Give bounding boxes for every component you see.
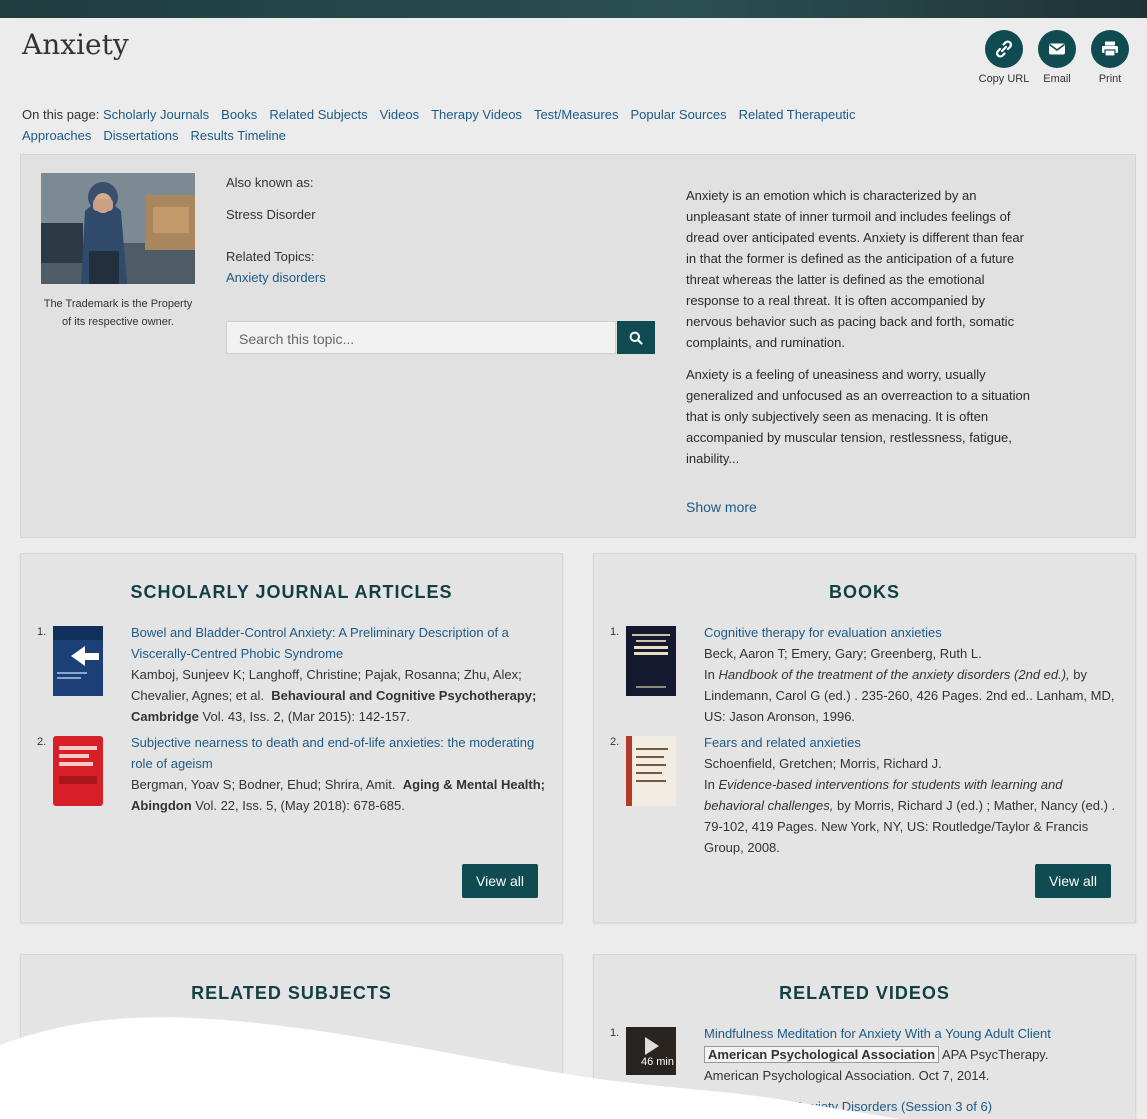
print-label: Print bbox=[1098, 73, 1122, 85]
book-in-prefix: In bbox=[704, 667, 715, 682]
description-paragraph-1: Anxiety is an emotion which is character… bbox=[686, 188, 1024, 350]
books-section-title: BOOKS bbox=[828, 582, 900, 602]
book-list-item: 2. Fears and related anxieties Schoenfie… bbox=[610, 732, 1130, 862]
also-known-as-value: Stress Disorder bbox=[226, 207, 316, 222]
book-authors: Schoenfield, Gretchen; Morris, Richard J… bbox=[704, 756, 942, 771]
topic-search-button[interactable] bbox=[617, 321, 655, 354]
nav-link-test-measures[interactable]: Test/Measures bbox=[534, 107, 619, 122]
link-icon bbox=[985, 30, 1023, 68]
scholarly-journals-card: SCHOLARLY JOURNAL ARTICLES 1. Bowel and … bbox=[20, 553, 563, 923]
nav-link-scholarly-journals[interactable]: Scholarly Journals bbox=[103, 107, 209, 122]
on-this-page-nav: On this page: Scholarly Journals Books Rel… bbox=[22, 104, 942, 146]
nav-link-dissertations[interactable]: Dissertations bbox=[103, 128, 178, 143]
topic-description: Anxiety is an emotion which is character… bbox=[686, 185, 1031, 480]
nav-link-books[interactable]: Books bbox=[221, 107, 257, 122]
email-button[interactable]: Email bbox=[1031, 30, 1083, 85]
nav-link-results-timeline[interactable]: Results Timeline bbox=[191, 128, 286, 143]
nav-link-related-subjects[interactable]: Related Subjects bbox=[269, 107, 367, 122]
related-videos-title: RELATED VIDEOS bbox=[779, 983, 950, 1003]
also-known-as-label: Also known as: bbox=[226, 175, 314, 190]
journals-view-all-button[interactable]: View all bbox=[462, 864, 538, 898]
related-topics-label: Related Topics: bbox=[226, 249, 315, 264]
journal-authors: Bergman, Yoav S; Bodner, Ehud; Shrira, A… bbox=[131, 777, 396, 792]
journal-cover-thumbnail bbox=[53, 626, 103, 696]
envelope-icon bbox=[1038, 30, 1076, 68]
nav-link-therapy-videos[interactable]: Therapy Videos bbox=[431, 107, 522, 122]
item-number: 1. bbox=[37, 626, 47, 638]
item-number: 2. bbox=[610, 736, 620, 748]
on-this-page-label: On this page: bbox=[22, 107, 100, 122]
item-number: 2. bbox=[37, 736, 47, 748]
item-number: 1. bbox=[610, 626, 620, 638]
journal-article-title-link[interactable]: Subjective nearness to death and end-of-… bbox=[131, 735, 534, 771]
topic-search-box bbox=[226, 321, 616, 355]
journal-article-title-link[interactable]: Bowel and Bladder-Control Anxiety: A Pre… bbox=[131, 625, 509, 661]
nav-link-videos[interactable]: Videos bbox=[380, 107, 420, 122]
book-cover-thumbnail bbox=[626, 626, 676, 696]
journal-details: Vol. 43, Iss. 2, (Mar 2015): 142-157. bbox=[202, 709, 410, 724]
description-paragraph-2: Anxiety is a feeling of uneasiness and w… bbox=[686, 367, 1031, 466]
book-cover-thumbnail bbox=[626, 736, 676, 806]
book-list-item: 1. Cognitive therapy for evaluation anxi… bbox=[610, 622, 1130, 728]
journals-section-title: SCHOLARLY JOURNAL ARTICLES bbox=[130, 582, 453, 602]
nav-link-popular-sources[interactable]: Popular Sources bbox=[630, 107, 726, 122]
journal-cover-thumbnail bbox=[53, 736, 103, 806]
journal-details: Vol. 22, Iss. 5, (May 2018): 678-685. bbox=[195, 798, 405, 813]
email-label: Email bbox=[1043, 73, 1071, 85]
books-view-all-button[interactable]: View all bbox=[1035, 864, 1111, 898]
topic-overview-panel: The Trademark is the Property of its res… bbox=[20, 154, 1136, 538]
journal-list-item: 1. Bowel and Bladder-Control Anxiety: A … bbox=[37, 622, 547, 728]
book-authors: Beck, Aaron T; Emery, Gary; Greenberg, R… bbox=[704, 646, 982, 661]
book-in-prefix: In bbox=[704, 777, 715, 792]
image-caption: The Trademark is the Property of its res… bbox=[43, 298, 193, 328]
search-icon bbox=[629, 331, 643, 345]
journal-list-item: 2. Subjective nearness to death and end-… bbox=[37, 732, 547, 818]
torn-edge-overlay bbox=[0, 1017, 900, 1119]
show-more-link[interactable]: Show more bbox=[686, 499, 757, 515]
related-topic-link[interactable]: Anxiety disorders bbox=[226, 270, 326, 285]
book-title-link[interactable]: Cognitive therapy for evaluation anxieti… bbox=[704, 625, 942, 640]
print-button[interactable]: Print bbox=[1084, 30, 1136, 85]
copy-url-label: Copy URL bbox=[978, 73, 1030, 85]
top-banner bbox=[0, 0, 1147, 18]
book-title-link[interactable]: Fears and related anxieties bbox=[704, 735, 861, 750]
topic-search-input[interactable] bbox=[227, 322, 601, 355]
printer-icon bbox=[1091, 30, 1129, 68]
topic-image bbox=[41, 173, 195, 284]
book-host-title: Handbook of the treatment of the anxiety… bbox=[718, 667, 1070, 682]
related-subjects-title: RELATED SUBJECTS bbox=[191, 983, 392, 1003]
copy-url-button[interactable]: Copy URL bbox=[978, 30, 1030, 85]
books-card: BOOKS 1. Cognitive therapy for evaluatio… bbox=[593, 553, 1136, 923]
page-title: Anxiety bbox=[22, 28, 129, 61]
